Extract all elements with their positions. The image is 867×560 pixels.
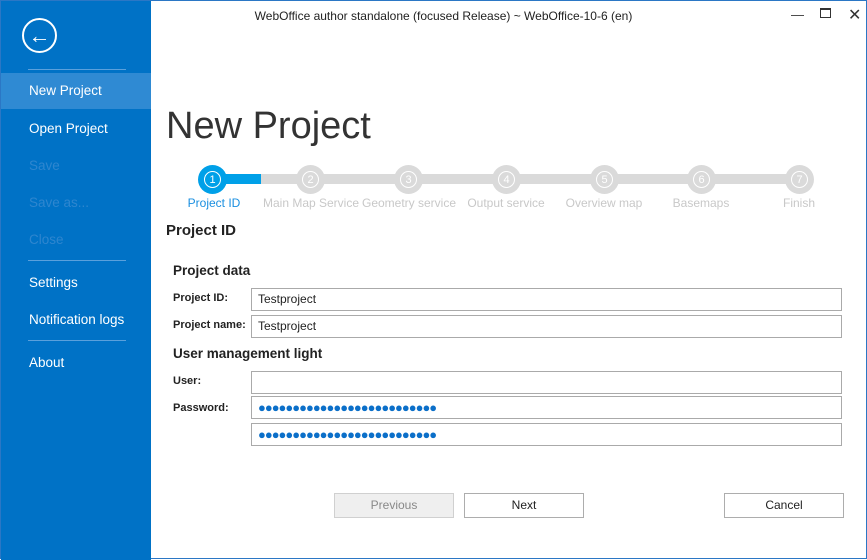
sidebar-item-save-as: Save as... — [29, 195, 90, 210]
user-input[interactable] — [251, 371, 842, 394]
section-title: Project ID — [166, 222, 237, 239]
project-data-heading: Project data — [173, 263, 251, 278]
divider — [28, 340, 126, 341]
step-label: Finish — [782, 196, 816, 210]
maximize-icon[interactable] — [820, 8, 831, 18]
sidebar-item-open-project[interactable]: Open Project — [1, 111, 151, 147]
page-title: New Project — [166, 105, 371, 147]
close-icon[interactable]: ✕ — [848, 5, 861, 25]
step-3[interactable]: 3 — [394, 165, 423, 194]
next-button[interactable]: Next — [464, 493, 584, 518]
minimize-icon[interactable]: — — [791, 7, 804, 22]
project-name-input[interactable]: Testproject — [251, 315, 842, 338]
step-label: Output service — [467, 196, 545, 210]
sidebar-item-save: Save — [29, 158, 60, 173]
sidebar-item-notification-logs[interactable]: Notification logs — [1, 302, 151, 338]
password-input[interactable]: ●●●●●●●●●●●●●●●●●●●●●●●●●● — [251, 396, 842, 419]
cancel-button[interactable]: Cancel — [724, 493, 844, 518]
step-2[interactable]: 2 — [296, 165, 325, 194]
sidebar-item-settings[interactable]: Settings — [1, 265, 151, 301]
step-7[interactable]: 7 — [785, 165, 814, 194]
step-1[interactable]: 1 — [198, 165, 227, 194]
arrow-left-icon: ← — [28, 22, 51, 48]
step-label: Main Map Service — [262, 196, 360, 210]
user-management-heading: User management light — [173, 346, 323, 361]
step-label: Overview map — [565, 196, 643, 210]
sidebar-item-close: Close — [29, 232, 64, 247]
step-5[interactable]: 5 — [590, 165, 619, 194]
divider — [28, 260, 126, 261]
sidebar-item-about[interactable]: About — [1, 345, 151, 381]
password-label: Password: — [173, 402, 229, 414]
step-label: Project ID — [187, 196, 241, 210]
previous-button[interactable]: Previous — [334, 493, 454, 518]
project-id-label: Project ID: — [173, 292, 229, 304]
window-title: WebOffice author standalone (focused Rel… — [254, 9, 633, 23]
project-name-label: Project name: — [173, 319, 246, 331]
step-label: Basemaps — [672, 196, 730, 210]
back-button[interactable]: ← — [22, 18, 57, 53]
password-confirm-input[interactable]: ●●●●●●●●●●●●●●●●●●●●●●●●●● — [251, 423, 842, 446]
sidebar-item-new-project[interactable]: New Project — [1, 73, 151, 109]
step-label: Geometry service — [361, 196, 457, 210]
project-id-input[interactable]: Testproject — [251, 288, 842, 311]
step-6[interactable]: 6 — [687, 165, 716, 194]
user-label: User: — [173, 375, 202, 387]
step-4[interactable]: 4 — [492, 165, 521, 194]
divider — [28, 69, 126, 70]
sidebar: ← New Project Open Project Save Save as.… — [1, 1, 151, 560]
